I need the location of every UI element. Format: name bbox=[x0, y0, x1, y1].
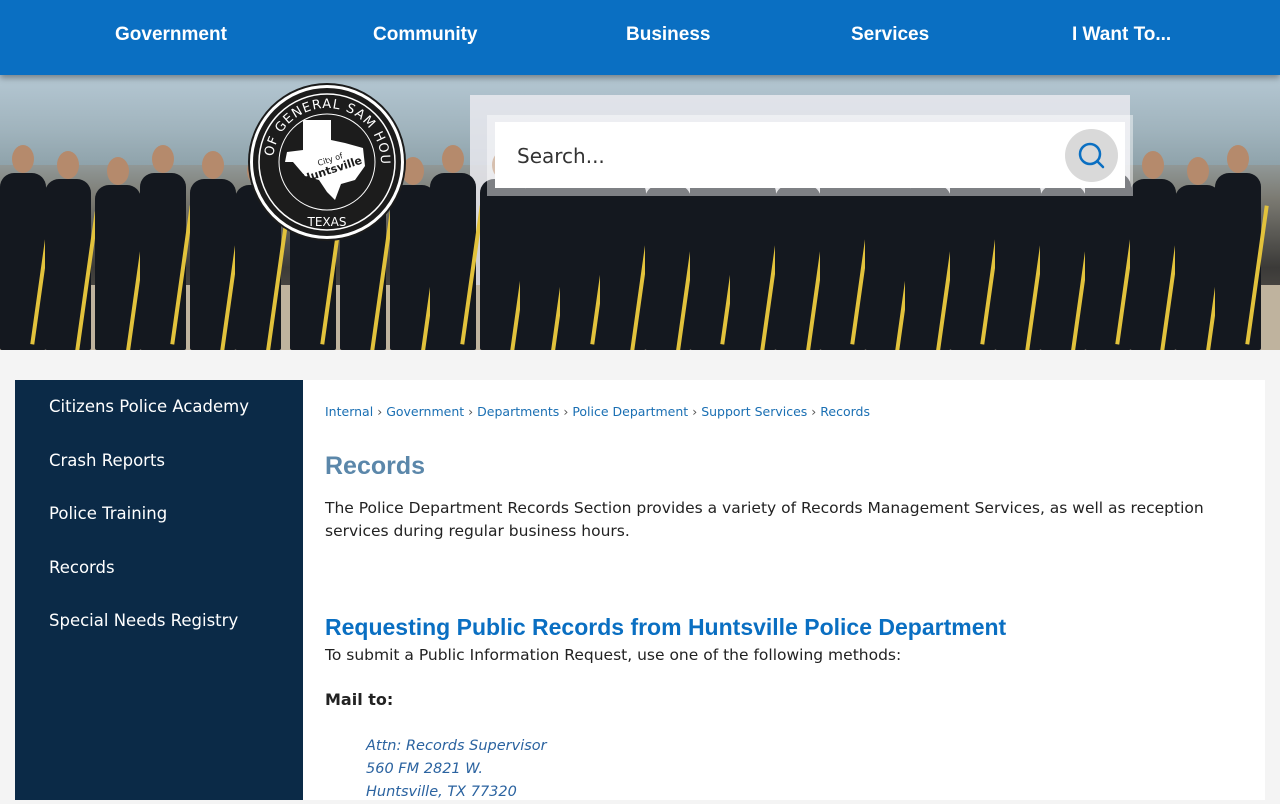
crowd-person bbox=[0, 173, 46, 350]
crowd-person bbox=[45, 179, 91, 350]
crowd-person bbox=[775, 185, 821, 350]
nav-government[interactable]: Government bbox=[115, 0, 227, 70]
crowd-person bbox=[905, 185, 951, 350]
nav-business[interactable]: Business bbox=[626, 0, 710, 70]
breadcrumb: Internal › Government › Departments › Police D… bbox=[325, 404, 870, 419]
crowd-person bbox=[600, 179, 646, 350]
crowd-person bbox=[190, 179, 236, 350]
crowd-person-head bbox=[402, 157, 424, 185]
search-button[interactable] bbox=[1065, 129, 1118, 182]
crowd-person-head bbox=[57, 151, 79, 179]
search-input[interactable] bbox=[515, 134, 1059, 178]
breadcrumb-records[interactable]: Records bbox=[820, 404, 870, 419]
crowd-person bbox=[820, 173, 866, 350]
section-heading: Requesting Public Records from Huntsvill… bbox=[325, 614, 1007, 640]
top-navigation: Government Community Business Services I… bbox=[0, 0, 1280, 75]
nav-community[interactable]: Community bbox=[373, 0, 478, 70]
address-line-2: 560 FM 2821 W. bbox=[366, 761, 484, 777]
crowd-person-head bbox=[1227, 145, 1249, 173]
seal-bottom-text: TEXAS bbox=[307, 215, 347, 229]
breadcrumb-police-department[interactable]: Police Department bbox=[572, 404, 688, 419]
sidebar-item-records[interactable]: Records bbox=[15, 541, 303, 595]
crowd-person bbox=[950, 173, 996, 350]
breadcrumb-separator: › bbox=[692, 404, 698, 419]
crowd-person-head bbox=[12, 145, 34, 173]
crowd-person bbox=[645, 185, 691, 350]
breadcrumb-separator: › bbox=[811, 404, 817, 419]
page-title: Records bbox=[325, 452, 426, 480]
breadcrumb-separator: › bbox=[377, 404, 383, 419]
crowd-person-head bbox=[107, 157, 129, 185]
crowd-person-head bbox=[1142, 151, 1164, 179]
search-container bbox=[487, 115, 1133, 196]
city-seal-logo[interactable]: HOME OF GENERAL SAM HOUSTON TEXAS City o… bbox=[250, 85, 404, 239]
crowd-person bbox=[1130, 179, 1176, 350]
sidebar-item-crash-reports[interactable]: Crash Reports bbox=[15, 434, 303, 488]
section-description: To submit a Public Information Request, … bbox=[325, 646, 902, 664]
crowd-person-head bbox=[442, 145, 464, 173]
crowd-person-head bbox=[202, 151, 224, 179]
crowd-person bbox=[95, 185, 141, 350]
address-line-1: Attn: Records Supervisor bbox=[366, 738, 547, 754]
seal-graphic: HOME OF GENERAL SAM HOUSTON TEXAS City o… bbox=[253, 88, 396, 231]
breadcrumb-separator: › bbox=[468, 404, 474, 419]
crowd-person bbox=[730, 179, 776, 350]
crowd-person-head bbox=[1187, 157, 1209, 185]
mail-to-label: Mail to: bbox=[325, 690, 394, 709]
address-line-3: Huntsville, TX 77320 bbox=[366, 784, 517, 800]
crowd-person bbox=[1215, 173, 1261, 350]
crowd-person bbox=[1040, 185, 1086, 350]
breadcrumb-support-services[interactable]: Support Services bbox=[701, 404, 807, 419]
breadcrumb-government[interactable]: Government bbox=[386, 404, 464, 419]
search-box bbox=[495, 122, 1125, 188]
sidebar-navigation: Citizens Police Academy Crash Reports Po… bbox=[15, 380, 303, 800]
main-content: Internal › Government › Departments › Police D… bbox=[303, 380, 1265, 800]
sidebar-item-police-training[interactable]: Police Training bbox=[15, 487, 303, 541]
crowd-person bbox=[995, 179, 1041, 350]
crowd-person bbox=[140, 173, 186, 350]
breadcrumb-separator: › bbox=[563, 404, 569, 419]
mailing-address: Attn: Records Supervisor 560 FM 2821 W. … bbox=[366, 735, 547, 804]
nav-i-want-to[interactable]: I Want To... bbox=[1072, 0, 1171, 70]
nav-services[interactable]: Services bbox=[851, 0, 929, 70]
intro-paragraph: The Police Department Records Section pr… bbox=[325, 499, 1204, 540]
crowd-person-head bbox=[152, 145, 174, 173]
breadcrumb-departments[interactable]: Departments bbox=[477, 404, 559, 419]
breadcrumb-internal[interactable]: Internal bbox=[325, 404, 373, 419]
search-icon bbox=[1078, 142, 1105, 169]
sidebar-item-special-needs-registry[interactable]: Special Needs Registry bbox=[15, 594, 303, 648]
crowd-person bbox=[1085, 173, 1131, 350]
crowd-person bbox=[430, 173, 476, 350]
sidebar-item-citizens-police-academy[interactable]: Citizens Police Academy bbox=[15, 380, 303, 434]
